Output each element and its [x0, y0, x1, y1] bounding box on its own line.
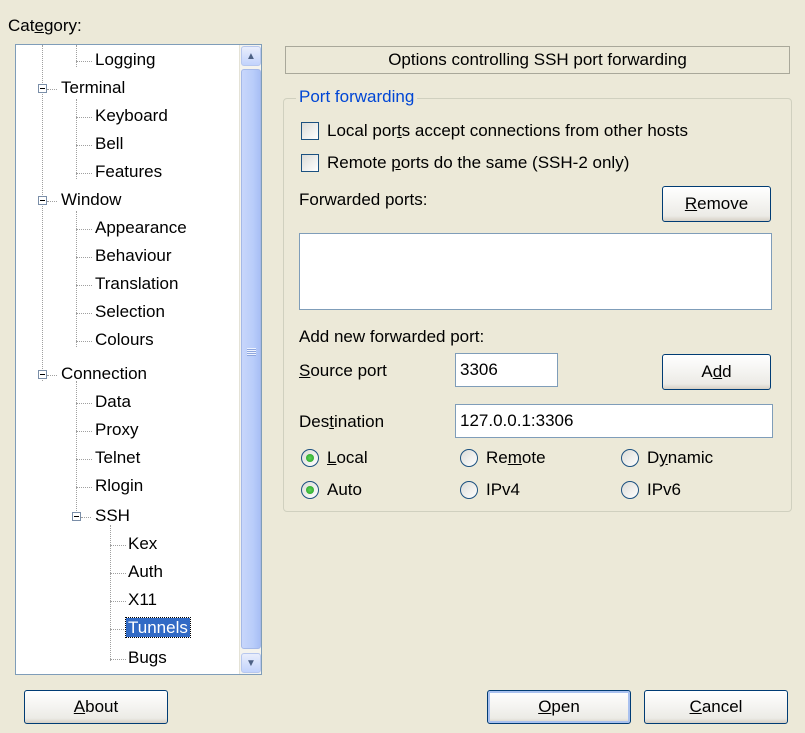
remote-ports-label[interactable]: Remote ports do the same (SSH-2 only) [327, 153, 629, 173]
tree-item-selection[interactable]: Selection [95, 301, 165, 323]
panel-header: Options controlling SSH port forwarding [285, 46, 790, 74]
tree-item-translation[interactable]: Translation [95, 273, 178, 295]
tree-connector [76, 431, 92, 432]
collapse-icon[interactable] [72, 512, 81, 521]
remote-radio[interactable] [460, 449, 478, 467]
tree-connector [76, 487, 92, 488]
tree-connector [110, 573, 126, 574]
category-tree[interactable]: Logging Terminal Keyboard Bell Features … [15, 44, 262, 675]
tree-item-telnet[interactable]: Telnet [95, 447, 140, 469]
ipv6-radio-label[interactable]: IPv6 [647, 480, 681, 500]
tree-connector [110, 545, 126, 546]
tree-item-features[interactable]: Features [95, 161, 162, 183]
tree-guide-line [76, 45, 77, 67]
tree-item-ssh[interactable]: SSH [95, 505, 130, 527]
tree-item-proxy[interactable]: Proxy [95, 419, 138, 441]
source-port-input[interactable]: 3306 [455, 353, 558, 387]
scroll-grip-icon [247, 348, 256, 356]
tree-item-bell[interactable]: Bell [95, 133, 123, 155]
tree-connector [76, 117, 92, 118]
tree-connector [76, 285, 92, 286]
panel-header-text: Options controlling SSH port forwarding [388, 50, 687, 69]
tree-connector [76, 257, 92, 258]
ipv6-radio[interactable] [621, 481, 639, 499]
tree-item-tunnels[interactable]: Tunnels [125, 617, 191, 639]
tree-connector [76, 229, 92, 230]
auto-radio-label[interactable]: Auto [327, 480, 362, 500]
add-new-port-label: Add new forwarded port: [299, 327, 485, 346]
tree-connector [47, 89, 57, 90]
tree-item-colours[interactable]: Colours [95, 329, 154, 351]
tree-item-logging[interactable]: Logging [95, 49, 156, 71]
dynamic-radio[interactable] [621, 449, 639, 467]
tree-connector [47, 375, 57, 376]
tree-connector [76, 459, 92, 460]
tree-connector [110, 601, 126, 602]
tree-connector [110, 659, 126, 660]
dynamic-radio-label[interactable]: Dynamic [647, 448, 713, 468]
category-label: Category: [8, 16, 82, 35]
tree-item-x11[interactable]: X11 [128, 589, 157, 611]
local-radio[interactable] [301, 449, 319, 467]
remote-ports-checkbox[interactable] [301, 154, 319, 172]
tree-guide-line [76, 381, 77, 521]
local-ports-checkbox[interactable] [301, 122, 319, 140]
source-port-label: Source port [299, 361, 387, 380]
forwarded-ports-list[interactable] [299, 233, 772, 310]
tree-item-window[interactable]: Window [61, 189, 121, 211]
ipv4-radio-label[interactable]: IPv4 [486, 480, 520, 500]
forwarded-ports-label: Forwarded ports: [299, 190, 428, 209]
tree-item-kex[interactable]: Kex [128, 533, 157, 555]
remove-button[interactable]: Remove [662, 186, 771, 222]
tree-connector [110, 629, 126, 630]
scroll-up-button[interactable]: ▲ [241, 46, 261, 66]
cancel-button[interactable]: Cancel [644, 690, 788, 724]
tree-guide-line [76, 211, 77, 347]
tree-item-connection[interactable]: Connection [61, 363, 147, 385]
auto-radio[interactable] [301, 481, 319, 499]
tree-connector [76, 61, 92, 62]
tree-item-terminal[interactable]: Terminal [61, 77, 125, 99]
scroll-down-button[interactable]: ▼ [241, 653, 261, 673]
local-radio-label[interactable]: Local [327, 448, 368, 468]
tree-scrollbar[interactable]: ▲ ▼ [239, 45, 261, 674]
destination-label: Destination [299, 412, 385, 431]
tree-connector [76, 313, 92, 314]
destination-input[interactable]: 127.0.0.1:3306 [455, 404, 773, 438]
group-title: Port forwarding [296, 87, 418, 107]
tree-connector [76, 341, 92, 342]
tree-item-behaviour[interactable]: Behaviour [95, 245, 172, 267]
tree-guide-line [42, 45, 43, 381]
chevron-up-icon: ▲ [246, 50, 256, 62]
tree-connector [47, 201, 57, 202]
tree-item-data[interactable]: Data [95, 391, 131, 413]
tree-item-appearance[interactable]: Appearance [95, 217, 187, 239]
collapse-icon[interactable] [38, 370, 47, 379]
chevron-down-icon: ▼ [246, 657, 256, 669]
collapse-icon[interactable] [38, 84, 47, 93]
about-button[interactable]: About [24, 690, 168, 724]
add-button[interactable]: Add [662, 354, 771, 390]
remote-radio-label[interactable]: Remote [486, 448, 546, 468]
collapse-icon[interactable] [38, 196, 47, 205]
scroll-thumb[interactable] [241, 69, 261, 649]
open-button[interactable]: Open [487, 690, 631, 724]
tree-item-rlogin[interactable]: Rlogin [95, 475, 143, 497]
tree-item-bugs[interactable]: Bugs [128, 647, 167, 669]
tree-item-auth[interactable]: Auth [128, 561, 163, 583]
tree-connector [76, 173, 92, 174]
tree-item-keyboard[interactable]: Keyboard [95, 105, 168, 127]
tree-connector [76, 145, 92, 146]
tree-guide-line [76, 99, 77, 179]
ipv4-radio[interactable] [460, 481, 478, 499]
tree-connector [81, 517, 91, 518]
tree-connector [76, 403, 92, 404]
local-ports-label[interactable]: Local ports accept connections from othe… [327, 121, 688, 141]
